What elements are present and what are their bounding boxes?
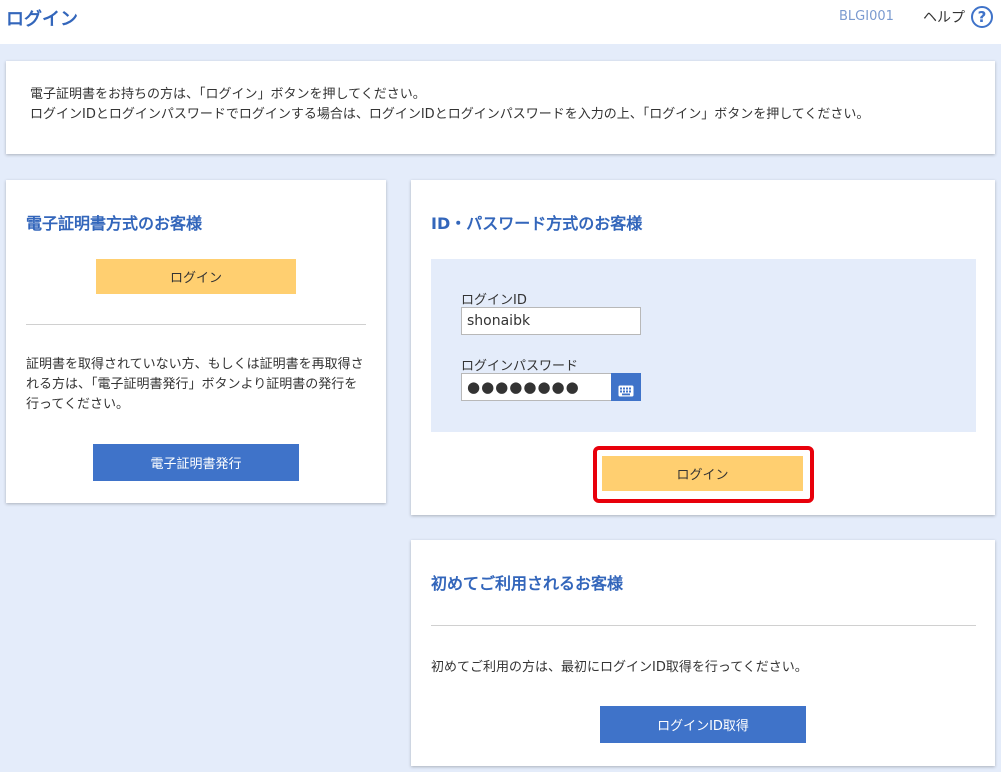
screen-id: BLGI001 [839,9,894,24]
first-time-card: 初めてご利用されるお客様 初めてご利用の方は、最初にログインID取得を行ってくだ… [411,540,995,766]
certificate-card: 電子証明書方式のお客様 ログイン 証明書を取得されていない方、もしくは証明書を再… [6,180,386,503]
id-password-card: ID・パスワード方式のお客様 ログインID ログインパスワード ログイン [411,180,995,515]
certificate-login-button[interactable]: ログイン [96,259,296,294]
software-keyboard-button[interactable] [611,373,641,401]
acquire-login-id-button[interactable]: ログインID取得 [600,706,806,743]
info-line-2: ログインIDとログインパスワードでログインする場合は、ログインIDとログインパス… [30,107,870,122]
login-form: ログインID ログインパスワード [431,259,976,432]
info-card: 電子証明書をお持ちの方は、「ログイン」ボタンを押してください。 ログインIDとロ… [6,61,995,154]
help-label: ヘルプ [923,10,965,26]
certificate-divider [26,324,366,325]
first-time-title: 初めてご利用されるお客様 [431,574,624,593]
login-id-input[interactable] [461,307,641,335]
certificate-title: 電子証明書方式のお客様 [26,214,203,233]
certificate-description: 証明書を取得されていない方、もしくは証明書を再取得される方は、「電子証明書発行」… [26,357,364,412]
first-time-divider [431,625,976,626]
help-link[interactable]: ヘルプ ? [923,6,993,28]
password-label: ログインパスワード [461,359,579,374]
id-password-login-button[interactable]: ログイン [602,456,803,491]
certificate-issue-button[interactable]: 電子証明書発行 [93,444,299,481]
password-input[interactable] [461,373,612,401]
keyboard-icon [618,385,634,396]
header-bar: ログイン BLGI001 ヘルプ ? [0,0,1001,44]
help-icon[interactable]: ? [971,6,993,28]
login-id-label: ログインID [461,293,527,308]
info-line-1: 電子証明書をお持ちの方は、「ログイン」ボタンを押してください。 [30,87,426,102]
id-password-title: ID・パスワード方式のお客様 [431,214,643,233]
page-title: ログイン [6,9,78,30]
first-time-description: 初めてご利用の方は、最初にログインID取得を行ってください。 [431,660,808,675]
